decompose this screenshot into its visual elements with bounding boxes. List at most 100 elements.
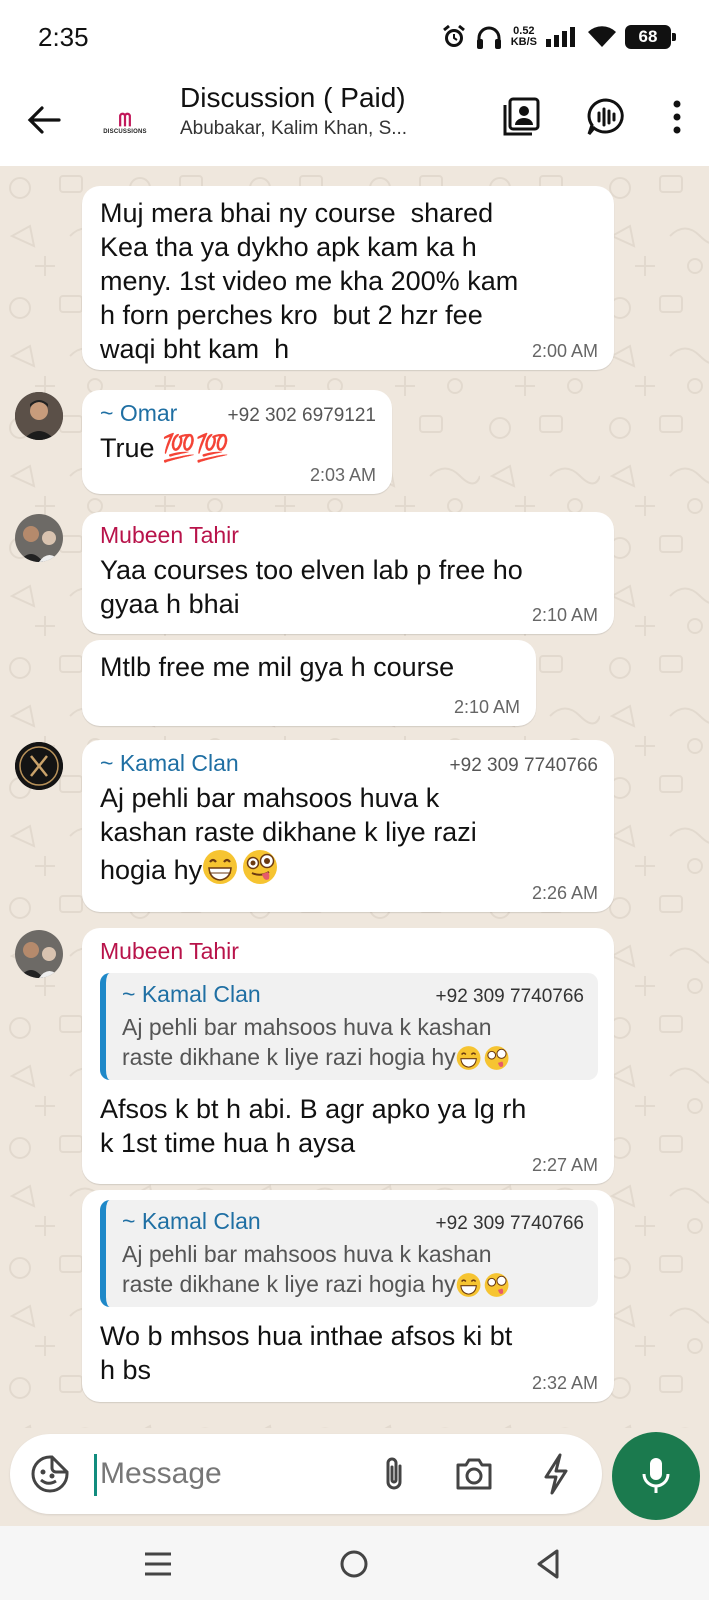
alarm-icon [442, 24, 465, 47]
signal-icon [546, 27, 575, 47]
sender-phone: +92 309 7740766 [449, 755, 598, 776]
composer-bar [0, 1428, 709, 1526]
message-body: Aj pehli bar mahsoos huva k kashan raste… [100, 781, 598, 887]
grin-emoji-icon [203, 850, 238, 884]
sender-name[interactable]: Mubeen Tahir [100, 938, 598, 965]
quote-phone: +92 309 7740766 [435, 1213, 584, 1234]
message-text: Aj pehli bar mahsoos huva k kashan raste… [100, 783, 477, 885]
attach-button[interactable] [374, 1454, 414, 1494]
message-bubble[interactable]: Mubeen Tahir ~ Kamal Clan +92 309 774076… [82, 928, 614, 1184]
sender-row: ~ Omar +92 302 6979121 [100, 400, 376, 427]
quick-reply-button[interactable] [536, 1452, 576, 1496]
message-bubble[interactable]: Mubeen Tahir Yaa courses too elven lab p… [82, 512, 614, 634]
person-photo-icon [15, 514, 63, 562]
group-logo-text: DISCUSSIONS [103, 129, 147, 135]
camera-icon [456, 1458, 492, 1490]
voice-chat-button[interactable] [583, 94, 629, 140]
message-time: 2:32 AM [531, 1373, 598, 1393]
sticker-icon [31, 1455, 69, 1493]
camera-button[interactable] [452, 1454, 496, 1494]
quote-body: Aj pehli bar mahsoos huva k kashan raste… [122, 1239, 584, 1299]
message-text: True 💯💯 [100, 433, 230, 463]
text-cursor [94, 1454, 97, 1496]
avatar-mubeen[interactable] [15, 514, 63, 562]
sticker-button[interactable] [30, 1454, 70, 1494]
sender-name[interactable]: ~ Omar [100, 400, 177, 427]
message-time: 2:27 AM [531, 1155, 598, 1175]
message-text: Muj mera bhai ny course shared Kea tha y… [100, 198, 519, 364]
paperclip-icon [386, 1457, 402, 1490]
back-triangle-icon [537, 1549, 559, 1579]
kamal-logo-icon [15, 742, 63, 790]
quote-sender: ~ Kamal Clan [122, 981, 261, 1007]
message-time: 2:26 AM [531, 883, 598, 903]
message-bubble[interactable]: ~ Omar +92 302 6979121 True 💯💯 2:03 AM [82, 390, 392, 494]
header-titles[interactable]: Discussion ( Paid) Abubakar, Kalim Khan,… [180, 82, 480, 140]
message-time: 2:10 AM [531, 605, 598, 625]
back-button[interactable] [22, 98, 66, 142]
message-bubble[interactable]: ~ Kamal Clan +92 309 7740766 Aj pehli ba… [82, 1190, 614, 1402]
chat-title: Discussion ( Paid) [180, 82, 406, 113]
message-time: 2:00 AM [531, 341, 598, 361]
quoted-message[interactable]: ~ Kamal Clan +92 309 7740766 Aj pehli ba… [100, 1200, 598, 1307]
battery-indicator: 68 [625, 25, 676, 49]
message-text: Afsos k bt h abi. B agr apko ya lg rh k … [100, 1094, 527, 1158]
status-time: 2:35 [38, 22, 89, 52]
header-actions [499, 94, 687, 140]
grin-emoji-icon [456, 1046, 481, 1070]
quoted-message[interactable]: ~ Kamal Clan +92 309 7740766 Aj pehli ba… [100, 973, 598, 1080]
group-avatar[interactable]: ᗰ DISCUSSIONS [96, 94, 154, 152]
net-speed-unit: KB/S [510, 36, 537, 48]
more-options-button[interactable] [667, 94, 687, 140]
sender-name[interactable]: ~ Kamal Clan [100, 750, 239, 777]
message-input[interactable] [100, 1450, 340, 1498]
status-icons: 0.52 KB/S 68 [441, 20, 676, 54]
person-photo-icon [15, 392, 63, 440]
quote-body: Aj pehli bar mahsoos huva k kashan raste… [122, 1012, 584, 1072]
recent-apps-button[interactable] [138, 1544, 178, 1584]
group-logo-icon: ᗰ [118, 110, 132, 130]
more-vert-icon [673, 100, 681, 134]
message-time: 2:03 AM [309, 465, 376, 485]
wifi-icon [588, 26, 616, 47]
chat-header: ᗰ DISCUSSIONS Discussion ( Paid) Abubaka… [0, 76, 709, 166]
avatar-mubeen[interactable] [15, 930, 63, 978]
home-button[interactable] [334, 1544, 374, 1584]
message-bubble[interactable]: Mtlb free me mil gya h course 2:10 AM [82, 640, 536, 726]
sender-row: ~ Kamal Clan +92 309 7740766 [100, 750, 598, 777]
voice-message-button[interactable] [612, 1432, 700, 1520]
message-text: Mtlb free me mil gya h course [100, 652, 455, 682]
chat-subtitle: Abubakar, Kalim Khan, S... [180, 118, 408, 139]
quote-text: Aj pehli bar mahsoos huva k kashan raste… [122, 1014, 492, 1070]
message-text: Yaa courses too elven lab p free ho gyaa… [100, 555, 523, 619]
message-bubble[interactable]: Muj mera bhai ny course shared Kea tha y… [82, 186, 614, 370]
quote-header: ~ Kamal Clan +92 309 7740766 [122, 1208, 584, 1235]
message-composer[interactable] [10, 1434, 602, 1514]
wink-tongue-emoji-icon [484, 1273, 509, 1297]
chat-area[interactable]: Muj mera bhai ny course shared Kea tha y… [0, 166, 709, 1428]
grin-emoji-icon [456, 1273, 481, 1297]
person-photo-icon [15, 930, 63, 978]
sender-name[interactable]: Mubeen Tahir [100, 522, 598, 549]
wink-tongue-emoji-icon [243, 850, 278, 884]
quote-text: Aj pehli bar mahsoos huva k kashan raste… [122, 1241, 492, 1297]
back-nav-button[interactable] [528, 1544, 568, 1584]
quote-sender: ~ Kamal Clan [122, 1208, 261, 1234]
bolt-icon [544, 1453, 568, 1495]
avatar-kamal-clan[interactable] [15, 742, 63, 790]
headphones-icon [476, 26, 501, 49]
contact-card-button[interactable] [499, 94, 545, 140]
home-circle-icon [340, 1550, 368, 1578]
system-nav-bar [0, 1526, 709, 1600]
avatar-omar[interactable] [15, 392, 63, 440]
status-bar: 2:35 0.52 KB/S 68 [0, 0, 709, 76]
wink-tongue-emoji-icon [484, 1046, 509, 1070]
quote-phone: +92 309 7740766 [435, 986, 584, 1007]
back-arrow-icon [27, 106, 61, 134]
message-bubble[interactable]: ~ Kamal Clan +92 309 7740766 Aj pehli ba… [82, 740, 614, 912]
message-text: Wo b mhsos hua inthae afsos ki bt h bs [100, 1321, 513, 1385]
quote-header: ~ Kamal Clan +92 309 7740766 [122, 981, 584, 1008]
battery-level: 68 [638, 27, 658, 46]
sender-phone: +92 302 6979121 [227, 405, 376, 426]
network-speed: 0.52 KB/S [511, 26, 537, 48]
